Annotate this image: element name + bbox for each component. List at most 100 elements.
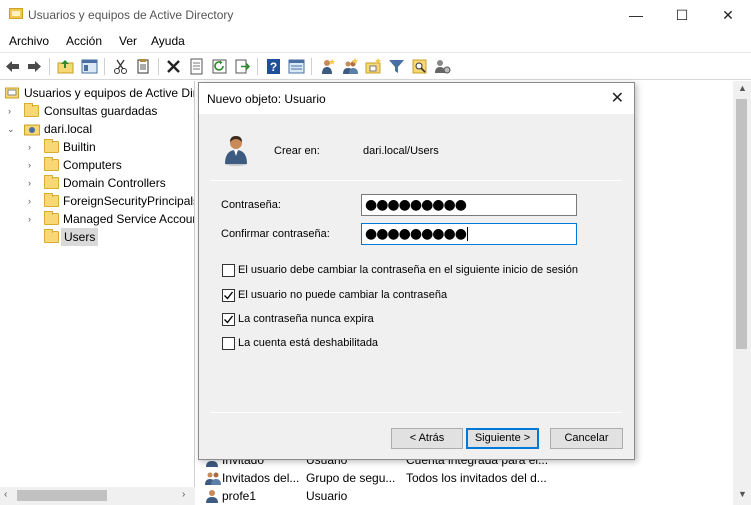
folder-icon bbox=[44, 157, 59, 171]
toolbar: ? bbox=[0, 52, 751, 80]
dialog-title: Nuevo objeto: Usuario bbox=[207, 92, 326, 106]
folder-icon bbox=[44, 175, 59, 189]
tree-item-label: Domain Controllers bbox=[63, 176, 166, 190]
chevron-right-icon[interactable]: › bbox=[28, 197, 36, 206]
menu-ver[interactable]: Ver bbox=[119, 34, 137, 48]
tree-item-label: Managed Service Accoun bbox=[63, 212, 195, 226]
app-folder-icon bbox=[9, 8, 23, 19]
new-ou-icon[interactable] bbox=[365, 58, 382, 75]
tree-item-label: dari.local bbox=[44, 122, 93, 136]
next-button[interactable]: Siguiente > bbox=[466, 428, 539, 449]
list-cell-type: Grupo de segu... bbox=[306, 471, 396, 485]
svg-text:?: ? bbox=[270, 60, 277, 74]
tree-root[interactable]: Usuarios y equipos de Active Dir bbox=[4, 84, 195, 102]
user-icon bbox=[225, 136, 247, 166]
tree-item-users[interactable]: Users bbox=[4, 228, 194, 246]
scroll-thumb[interactable] bbox=[17, 490, 107, 501]
close-button[interactable]: ✕ bbox=[705, 0, 751, 30]
maximize-button[interactable]: ☐ bbox=[659, 0, 705, 30]
create-in-value: dari.local/Users bbox=[363, 145, 439, 157]
divider bbox=[210, 180, 622, 181]
list-cell-name: profe1 bbox=[222, 489, 257, 503]
tree-item-foreign-security-principals[interactable]: › ForeignSecurityPrincipals bbox=[4, 192, 195, 210]
up-folder-icon[interactable] bbox=[57, 58, 74, 75]
back-arrow-icon[interactable] bbox=[4, 58, 21, 75]
folder-icon bbox=[44, 139, 59, 153]
scroll-up-icon[interactable]: ▲ bbox=[738, 83, 747, 93]
ad-console-icon bbox=[5, 87, 19, 99]
tree-item-computers[interactable]: › Computers bbox=[4, 156, 194, 174]
password-label: Contraseña: bbox=[221, 199, 281, 211]
help-icon[interactable]: ? bbox=[265, 58, 282, 75]
confirm-password-label: Confirmar contraseña: bbox=[221, 228, 330, 240]
confirm-password-field[interactable]: ●●●●●●●●● bbox=[361, 223, 577, 245]
delegate-icon[interactable] bbox=[434, 58, 451, 75]
list-cell-type: Usuario bbox=[306, 489, 348, 503]
window-title: Usuarios y equipos de Active Directory bbox=[28, 8, 234, 22]
menu-bar: Archivo Acción Ver Ayuda bbox=[0, 30, 751, 52]
tree-item-label: ForeignSecurityPrincipals bbox=[63, 194, 195, 208]
password-field[interactable]: ●●●●●●●●● bbox=[361, 194, 577, 216]
scroll-left-icon[interactable]: ‹ bbox=[4, 489, 7, 500]
delete-icon[interactable] bbox=[165, 58, 182, 75]
tree-item-domain-controllers[interactable]: › Domain Controllers bbox=[4, 174, 194, 192]
tree-item-label: Consultas guardadas bbox=[44, 104, 158, 118]
chevron-right-icon[interactable]: › bbox=[28, 179, 36, 188]
domain-icon bbox=[24, 124, 40, 136]
tree-item-label: Builtin bbox=[63, 140, 96, 154]
chevron-right-icon[interactable]: › bbox=[28, 161, 36, 170]
filter-icon[interactable] bbox=[388, 58, 405, 75]
folder-icon bbox=[44, 193, 59, 207]
list-cell-desc: Todos los invitados del d... bbox=[406, 471, 547, 485]
list-cell-name: Invitados del... bbox=[222, 471, 300, 485]
list-vertical-scrollbar[interactable]: ▲ ▼ bbox=[733, 81, 751, 505]
scroll-down-icon[interactable]: ▼ bbox=[738, 489, 747, 499]
new-group-icon[interactable] bbox=[342, 58, 359, 75]
folder-icon bbox=[24, 103, 39, 117]
cut-icon[interactable] bbox=[112, 58, 129, 75]
properties-icon[interactable] bbox=[188, 58, 205, 75]
checkbox[interactable] bbox=[222, 337, 235, 350]
tree-root-label: Usuarios y equipos de Active Dir bbox=[24, 86, 195, 100]
dialog-close-button[interactable]: ✕ bbox=[611, 88, 624, 108]
tree-pane: Usuarios y equipos de Active Dir › Consu… bbox=[0, 81, 195, 505]
show-tree-icon[interactable] bbox=[81, 58, 98, 75]
cancel-button[interactable]: Cancelar bbox=[550, 428, 623, 449]
tree-horizontal-scrollbar[interactable]: ‹ › bbox=[0, 487, 195, 505]
refresh-icon[interactable] bbox=[211, 58, 228, 75]
chevron-down-icon[interactable]: ⌄ bbox=[7, 125, 15, 134]
dialog-body: Crear en: dari.local/Users Contraseña: ●… bbox=[199, 114, 634, 459]
tree-item-label: Computers bbox=[63, 158, 122, 172]
tree-item-saved-queries[interactable]: › Consultas guardadas bbox=[4, 102, 194, 120]
chevron-right-icon[interactable]: › bbox=[28, 215, 36, 224]
dialog-title-bar: Nuevo objeto: Usuario ✕ bbox=[199, 83, 634, 114]
menu-ayuda[interactable]: Ayuda bbox=[151, 34, 185, 48]
checkmark-icon bbox=[224, 315, 234, 324]
console-icon[interactable] bbox=[288, 58, 305, 75]
checkbox-checked[interactable] bbox=[222, 289, 235, 302]
menu-archivo[interactable]: Archivo bbox=[9, 34, 49, 48]
find-icon[interactable] bbox=[411, 58, 428, 75]
checkbox[interactable] bbox=[222, 264, 235, 277]
scroll-thumb[interactable] bbox=[736, 99, 747, 349]
tree-item-label: Users bbox=[61, 228, 99, 246]
group-icon bbox=[205, 472, 221, 485]
minimize-button[interactable]: — bbox=[613, 0, 659, 30]
divider bbox=[210, 412, 622, 413]
new-user-icon[interactable] bbox=[319, 58, 336, 75]
export-icon[interactable] bbox=[234, 58, 251, 75]
back-button[interactable]: < Atrás bbox=[391, 428, 463, 449]
scroll-right-icon[interactable]: › bbox=[182, 489, 185, 500]
tree-item-domain[interactable]: ⌄ dari.local bbox=[4, 120, 194, 138]
copy-icon[interactable] bbox=[135, 58, 152, 75]
user-icon bbox=[206, 490, 218, 503]
tree-item-managed-service-accounts[interactable]: › Managed Service Accoun bbox=[4, 210, 195, 228]
menu-accion[interactable]: Acción bbox=[66, 34, 102, 48]
checkmark-icon bbox=[224, 291, 234, 300]
tree-item-builtin[interactable]: › Builtin bbox=[4, 138, 194, 156]
chevron-right-icon[interactable]: › bbox=[28, 143, 36, 152]
chevron-right-icon[interactable]: › bbox=[8, 107, 16, 116]
checkbox-checked[interactable] bbox=[222, 313, 235, 326]
forward-arrow-icon[interactable] bbox=[26, 58, 43, 75]
create-in-label: Crear en: bbox=[274, 145, 320, 157]
